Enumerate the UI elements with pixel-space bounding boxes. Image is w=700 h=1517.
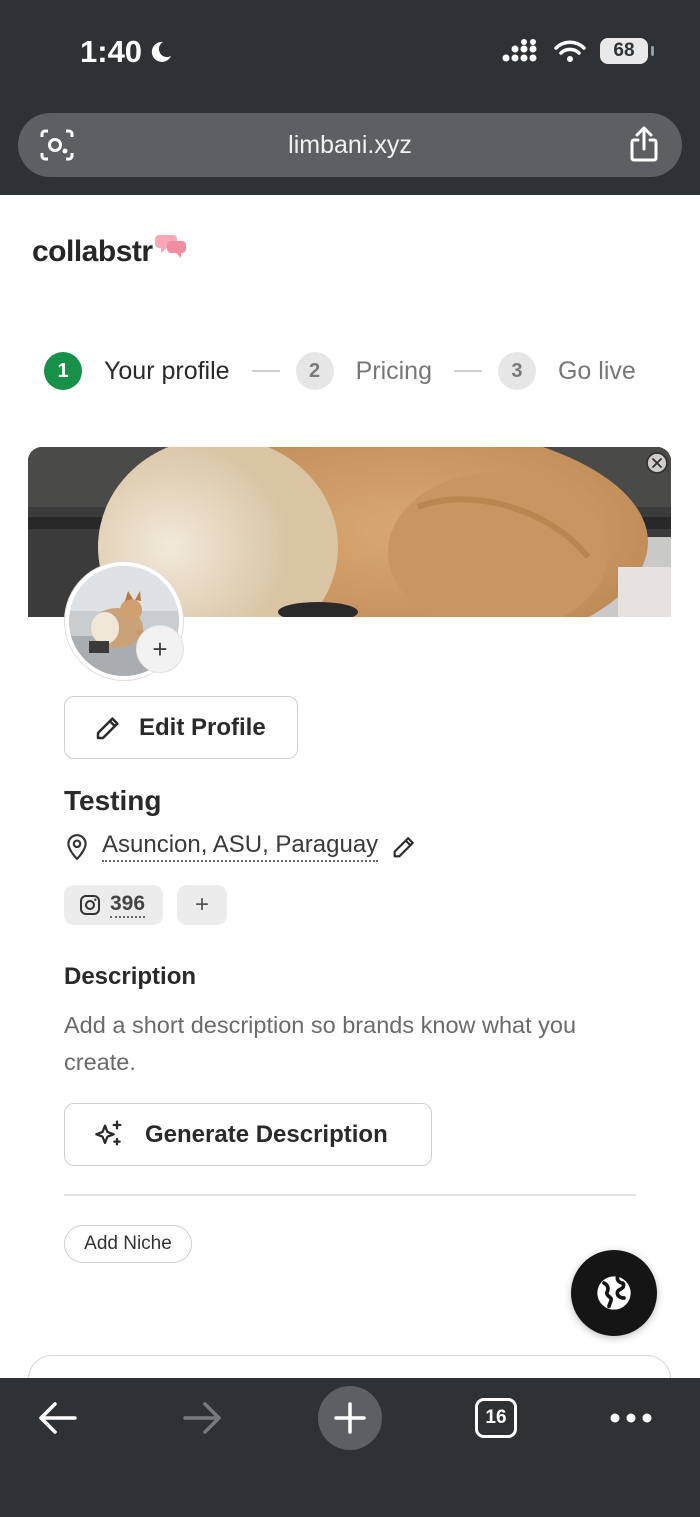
description-heading: Description	[64, 963, 197, 990]
status-time-text: 1:40	[80, 34, 143, 69]
cellular-signal-icon	[502, 39, 537, 62]
map-pin-icon	[67, 833, 87, 860]
pencil-icon	[96, 716, 119, 739]
step-divider	[251, 370, 280, 372]
sparkles-icon	[95, 1120, 122, 1145]
globe-icon	[597, 1276, 631, 1310]
arrow-left-icon	[39, 1402, 77, 1434]
step-2-number: 2	[295, 352, 334, 390]
browser-top-chrome: 1:40 68 limbani.xyz	[0, 0, 700, 195]
description-placeholder-text[interactable]: Add a short description so brands know w…	[64, 1007, 624, 1081]
instagram-follower-count: 396	[110, 892, 146, 918]
add-avatar-photo-button[interactable]: +	[136, 625, 184, 673]
page-tools-icon[interactable]	[38, 127, 76, 168]
chat-bubbles-icon	[154, 235, 186, 258]
tabs-button[interactable]: 16	[474, 1386, 518, 1450]
step-2-label: Pricing	[355, 356, 432, 385]
plus-icon	[334, 1402, 366, 1434]
arrow-right-icon	[183, 1402, 221, 1434]
battery-level: 68	[613, 40, 635, 61]
edit-location-pencil-icon[interactable]	[390, 833, 418, 861]
page-content: collabstr 1 Your profile 2 Pricing 3 Go …	[0, 195, 700, 1378]
address-bar[interactable]: limbani.xyz	[18, 113, 682, 177]
plus-icon: +	[152, 633, 168, 664]
browser-bottom-toolbar: 16	[0, 1378, 700, 1517]
add-social-button[interactable]: +	[177, 885, 227, 925]
more-menu-button[interactable]	[604, 1386, 658, 1450]
plus-icon: +	[194, 891, 209, 918]
battery-indicator: 68	[600, 38, 654, 64]
step-3-number: 3	[497, 352, 536, 390]
share-icon[interactable]	[628, 125, 660, 168]
step-3-label: Go live	[557, 356, 636, 385]
tab-count: 16	[475, 1398, 517, 1438]
collabstr-logo[interactable]: collabstr	[32, 235, 187, 269]
add-niche-label: Add Niche	[84, 1233, 172, 1254]
profile-location[interactable]: Asuncion, ASU, Paraguay	[64, 831, 418, 862]
instagram-icon	[80, 895, 100, 915]
moon-icon	[151, 41, 172, 62]
generate-description-button[interactable]: Generate Description	[64, 1103, 432, 1166]
language-globe-button[interactable]	[571, 1250, 657, 1336]
forward-button[interactable]	[176, 1386, 230, 1450]
step-1-label: Your profile	[104, 356, 230, 385]
profile-name: Testing	[64, 785, 162, 816]
status-time: 1:40	[80, 34, 172, 70]
edit-profile-label: Edit Profile	[139, 713, 266, 741]
logo-text: collabstr	[32, 235, 153, 268]
new-tab-button[interactable]	[318, 1386, 382, 1450]
status-indicators: 68	[502, 38, 654, 64]
generate-description-label: Generate Description	[145, 1120, 388, 1148]
back-button[interactable]	[30, 1386, 84, 1450]
location-text[interactable]: Asuncion, ASU, Paraguay	[102, 831, 379, 862]
instagram-followers-chip[interactable]: 396	[64, 885, 163, 925]
step-divider	[453, 370, 482, 372]
edit-profile-button[interactable]: Edit Profile	[64, 696, 298, 759]
url-text: limbani.xyz	[288, 130, 412, 159]
wifi-icon	[554, 40, 586, 62]
remove-cover-icon[interactable]	[645, 451, 669, 475]
add-niche-button[interactable]: Add Niche	[64, 1225, 192, 1263]
next-section-card	[28, 1355, 671, 1378]
onboarding-stepper: 1 Your profile 2 Pricing 3 Go live	[44, 352, 636, 390]
step-1-number: 1	[44, 352, 82, 390]
section-divider	[64, 1194, 636, 1196]
more-dots-icon	[610, 1413, 652, 1423]
